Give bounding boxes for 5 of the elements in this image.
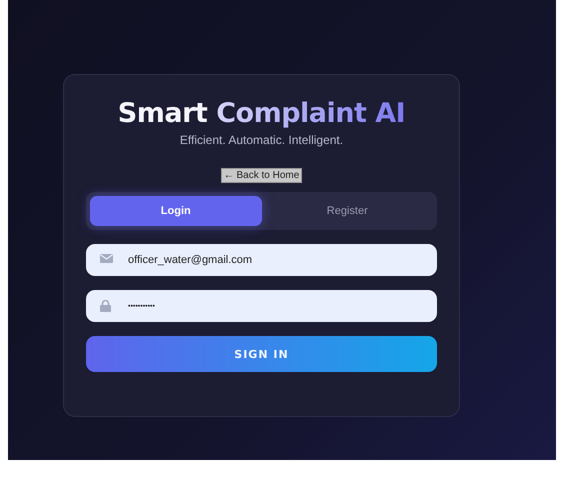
- tab[interactable]: Register: [262, 196, 433, 226]
- tagline: Efficient. Automatic. Intelligent.: [178, 133, 344, 147]
- back-link[interactable]: ← Back to Home: [220, 168, 302, 183]
- email-field[interactable]: officer_water@gmail.com: [86, 244, 437, 276]
- tab[interactable]: Login: [90, 196, 262, 226]
